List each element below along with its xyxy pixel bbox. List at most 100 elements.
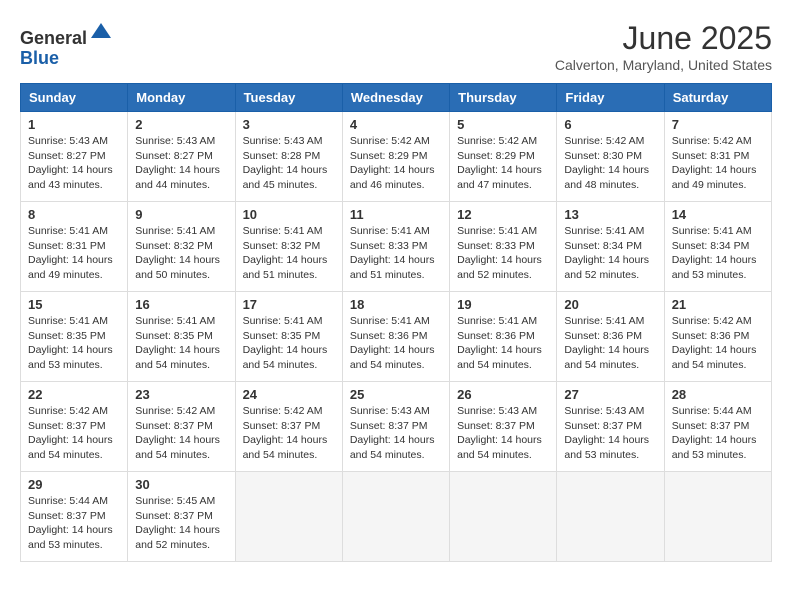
day-number: 30 <box>135 477 227 492</box>
day-info: Sunrise: 5:45 AM Sunset: 8:37 PM Dayligh… <box>135 494 227 553</box>
sunset-label: Sunset: 8:33 PM <box>350 240 428 252</box>
daylight-label: Daylight: 14 hours and 53 minutes. <box>672 434 757 461</box>
daylight-label: Daylight: 14 hours and 49 minutes. <box>672 164 757 191</box>
calendar-row-3: 15 Sunrise: 5:41 AM Sunset: 8:35 PM Dayl… <box>21 292 772 382</box>
table-row: 10 Sunrise: 5:41 AM Sunset: 8:32 PM Dayl… <box>235 202 342 292</box>
sunrise-label: Sunrise: 5:41 AM <box>243 315 323 327</box>
day-info: Sunrise: 5:43 AM Sunset: 8:37 PM Dayligh… <box>564 404 656 463</box>
daylight-label: Daylight: 14 hours and 54 minutes. <box>672 344 757 371</box>
table-row: 6 Sunrise: 5:42 AM Sunset: 8:30 PM Dayli… <box>557 112 664 202</box>
location: Calverton, Maryland, United States <box>555 57 772 73</box>
day-number: 12 <box>457 207 549 222</box>
sunset-label: Sunset: 8:27 PM <box>135 150 213 162</box>
day-info: Sunrise: 5:42 AM Sunset: 8:37 PM Dayligh… <box>135 404 227 463</box>
sunrise-label: Sunrise: 5:42 AM <box>135 405 215 417</box>
sunrise-label: Sunrise: 5:41 AM <box>564 225 644 237</box>
table-row: 8 Sunrise: 5:41 AM Sunset: 8:31 PM Dayli… <box>21 202 128 292</box>
day-info: Sunrise: 5:42 AM Sunset: 8:36 PM Dayligh… <box>672 314 764 373</box>
sunrise-label: Sunrise: 5:43 AM <box>564 405 644 417</box>
sunrise-label: Sunrise: 5:41 AM <box>135 315 215 327</box>
sunset-label: Sunset: 8:28 PM <box>243 150 321 162</box>
sunset-label: Sunset: 8:35 PM <box>135 330 213 342</box>
sunrise-label: Sunrise: 5:41 AM <box>672 225 752 237</box>
sunrise-label: Sunrise: 5:41 AM <box>350 225 430 237</box>
header-sunday: Sunday <box>21 84 128 112</box>
day-info: Sunrise: 5:44 AM Sunset: 8:37 PM Dayligh… <box>28 494 120 553</box>
daylight-label: Daylight: 14 hours and 51 minutes. <box>243 254 328 281</box>
day-number: 17 <box>243 297 335 312</box>
day-info: Sunrise: 5:41 AM Sunset: 8:32 PM Dayligh… <box>135 224 227 283</box>
table-row <box>450 472 557 562</box>
day-info: Sunrise: 5:42 AM Sunset: 8:29 PM Dayligh… <box>350 134 442 193</box>
sunset-label: Sunset: 8:37 PM <box>28 420 106 432</box>
table-row: 21 Sunrise: 5:42 AM Sunset: 8:36 PM Dayl… <box>664 292 771 382</box>
sunrise-label: Sunrise: 5:44 AM <box>672 405 752 417</box>
day-number: 29 <box>28 477 120 492</box>
day-info: Sunrise: 5:41 AM Sunset: 8:33 PM Dayligh… <box>350 224 442 283</box>
sunrise-label: Sunrise: 5:43 AM <box>350 405 430 417</box>
day-number: 8 <box>28 207 120 222</box>
table-row: 9 Sunrise: 5:41 AM Sunset: 8:32 PM Dayli… <box>128 202 235 292</box>
calendar-row-1: 1 Sunrise: 5:43 AM Sunset: 8:27 PM Dayli… <box>21 112 772 202</box>
day-number: 2 <box>135 117 227 132</box>
sunset-label: Sunset: 8:36 PM <box>350 330 428 342</box>
sunrise-label: Sunrise: 5:42 AM <box>564 135 644 147</box>
day-number: 6 <box>564 117 656 132</box>
day-number: 16 <box>135 297 227 312</box>
day-info: Sunrise: 5:43 AM Sunset: 8:27 PM Dayligh… <box>135 134 227 193</box>
table-row <box>557 472 664 562</box>
table-row: 24 Sunrise: 5:42 AM Sunset: 8:37 PM Dayl… <box>235 382 342 472</box>
day-info: Sunrise: 5:44 AM Sunset: 8:37 PM Dayligh… <box>672 404 764 463</box>
day-info: Sunrise: 5:43 AM Sunset: 8:28 PM Dayligh… <box>243 134 335 193</box>
day-info: Sunrise: 5:41 AM Sunset: 8:34 PM Dayligh… <box>564 224 656 283</box>
sunset-label: Sunset: 8:37 PM <box>457 420 535 432</box>
header-monday: Monday <box>128 84 235 112</box>
day-info: Sunrise: 5:42 AM Sunset: 8:30 PM Dayligh… <box>564 134 656 193</box>
table-row: 22 Sunrise: 5:42 AM Sunset: 8:37 PM Dayl… <box>21 382 128 472</box>
table-row: 13 Sunrise: 5:41 AM Sunset: 8:34 PM Dayl… <box>557 202 664 292</box>
daylight-label: Daylight: 14 hours and 51 minutes. <box>350 254 435 281</box>
day-info: Sunrise: 5:42 AM Sunset: 8:31 PM Dayligh… <box>672 134 764 193</box>
calendar-row-5: 29 Sunrise: 5:44 AM Sunset: 8:37 PM Dayl… <box>21 472 772 562</box>
header-friday: Friday <box>557 84 664 112</box>
day-number: 5 <box>457 117 549 132</box>
daylight-label: Daylight: 14 hours and 53 minutes. <box>28 524 113 551</box>
daylight-label: Daylight: 14 hours and 54 minutes. <box>564 344 649 371</box>
daylight-label: Daylight: 14 hours and 52 minutes. <box>457 254 542 281</box>
sunset-label: Sunset: 8:37 PM <box>28 510 106 522</box>
logo-blue: Blue <box>20 48 59 68</box>
day-number: 4 <box>350 117 442 132</box>
day-number: 18 <box>350 297 442 312</box>
sunset-label: Sunset: 8:35 PM <box>243 330 321 342</box>
daylight-label: Daylight: 14 hours and 54 minutes. <box>243 344 328 371</box>
daylight-label: Daylight: 14 hours and 54 minutes. <box>350 434 435 461</box>
daylight-label: Daylight: 14 hours and 54 minutes. <box>135 434 220 461</box>
day-info: Sunrise: 5:41 AM Sunset: 8:34 PM Dayligh… <box>672 224 764 283</box>
sunrise-label: Sunrise: 5:42 AM <box>243 405 323 417</box>
daylight-label: Daylight: 14 hours and 53 minutes. <box>672 254 757 281</box>
sunset-label: Sunset: 8:32 PM <box>135 240 213 252</box>
table-row: 2 Sunrise: 5:43 AM Sunset: 8:27 PM Dayli… <box>128 112 235 202</box>
month-title: June 2025 <box>555 20 772 57</box>
table-row: 29 Sunrise: 5:44 AM Sunset: 8:37 PM Dayl… <box>21 472 128 562</box>
day-info: Sunrise: 5:42 AM Sunset: 8:37 PM Dayligh… <box>28 404 120 463</box>
sunrise-label: Sunrise: 5:42 AM <box>672 135 752 147</box>
day-number: 13 <box>564 207 656 222</box>
day-info: Sunrise: 5:41 AM Sunset: 8:36 PM Dayligh… <box>350 314 442 373</box>
sunset-label: Sunset: 8:31 PM <box>28 240 106 252</box>
daylight-label: Daylight: 14 hours and 45 minutes. <box>243 164 328 191</box>
daylight-label: Daylight: 14 hours and 53 minutes. <box>564 434 649 461</box>
day-number: 20 <box>564 297 656 312</box>
day-info: Sunrise: 5:41 AM Sunset: 8:35 PM Dayligh… <box>243 314 335 373</box>
sunset-label: Sunset: 8:31 PM <box>672 150 750 162</box>
table-row: 7 Sunrise: 5:42 AM Sunset: 8:31 PM Dayli… <box>664 112 771 202</box>
table-row: 27 Sunrise: 5:43 AM Sunset: 8:37 PM Dayl… <box>557 382 664 472</box>
daylight-label: Daylight: 14 hours and 54 minutes. <box>457 434 542 461</box>
sunset-label: Sunset: 8:34 PM <box>564 240 642 252</box>
day-number: 14 <box>672 207 764 222</box>
sunrise-label: Sunrise: 5:41 AM <box>350 315 430 327</box>
header-saturday: Saturday <box>664 84 771 112</box>
day-info: Sunrise: 5:42 AM Sunset: 8:29 PM Dayligh… <box>457 134 549 193</box>
day-number: 22 <box>28 387 120 402</box>
sunset-label: Sunset: 8:27 PM <box>28 150 106 162</box>
